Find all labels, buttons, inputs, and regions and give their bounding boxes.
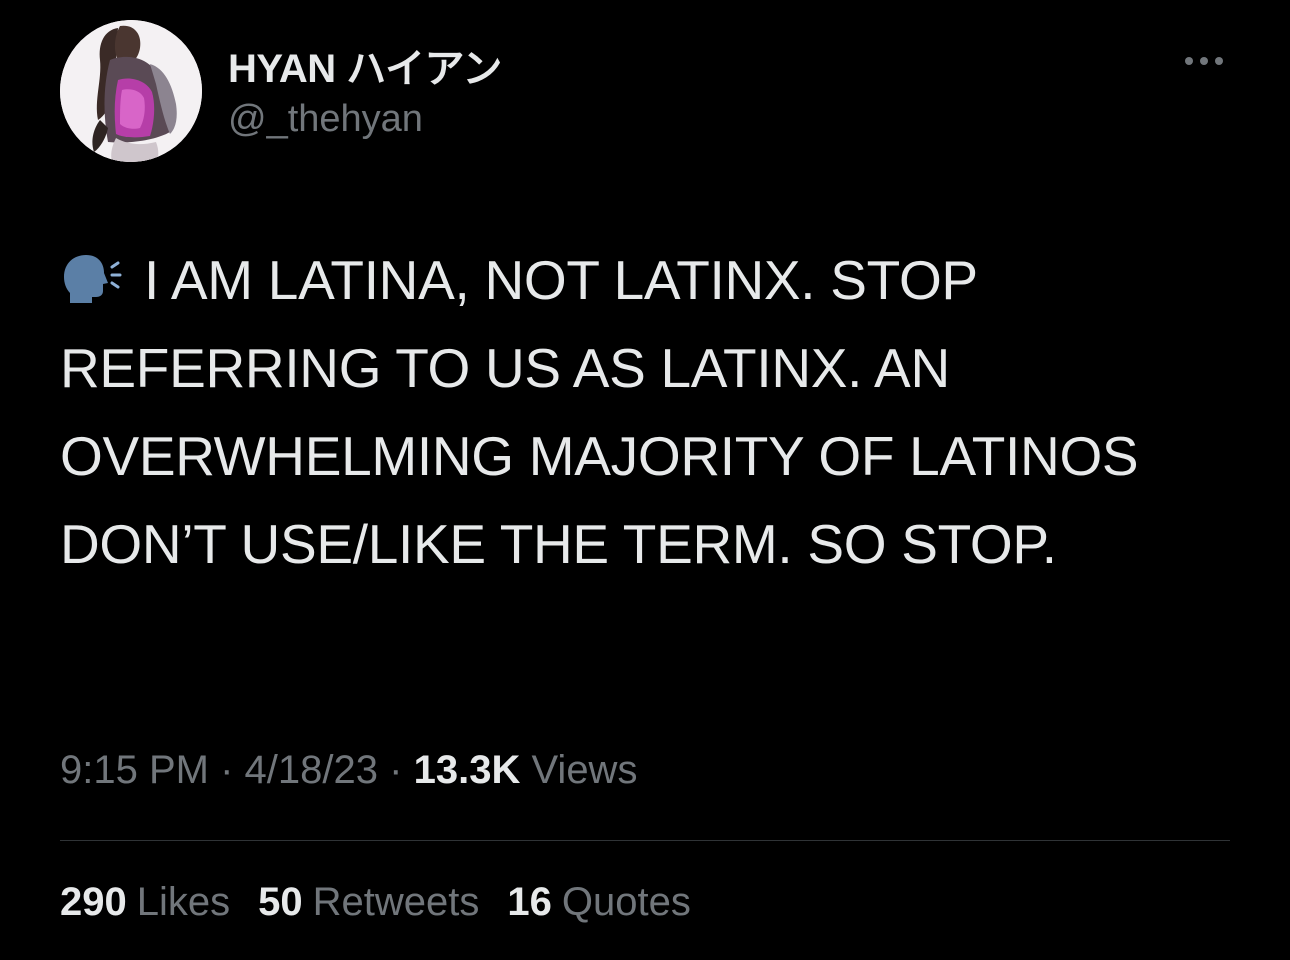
tweet-text: I AM LATINA, NOT LATINX. STOP REFERRING … <box>60 249 1139 575</box>
divider <box>60 840 1230 841</box>
retweets-stat[interactable]: 50 Retweets <box>258 880 479 924</box>
meta-separator: · <box>220 748 234 792</box>
meta-separator: · <box>389 748 403 792</box>
tweet-time[interactable]: 9:15 PM <box>60 748 209 792</box>
speaking-head-icon <box>64 255 122 303</box>
likes-count: 290 <box>60 880 127 924</box>
tweet-text-container: I AM LATINA, NOT LATINX. STOP REFERRING … <box>60 236 1240 588</box>
views-label: Views <box>531 748 638 792</box>
quotes-label: Quotes <box>561 880 691 924</box>
retweets-label: Retweets <box>312 880 480 924</box>
avatar-image <box>60 20 202 162</box>
quotes-stat[interactable]: 16 Quotes <box>507 880 690 924</box>
tweet-meta: 9:15 PM · 4/18/23 · 13.3K Views <box>60 748 637 793</box>
retweets-count: 50 <box>258 880 303 924</box>
author-display-name[interactable]: HYAN ハイアン <box>228 36 502 94</box>
author-handle[interactable]: @_thehyan <box>228 98 423 141</box>
tweet-date[interactable]: 4/18/23 <box>245 748 378 792</box>
avatar[interactable] <box>60 20 202 162</box>
views-count: 13.3K <box>413 748 521 792</box>
more-horizontal-icon[interactable] <box>1180 50 1228 72</box>
tweet-stats: 290 Likes 50 Retweets 16 Quotes <box>60 880 719 925</box>
likes-label: Likes <box>136 880 231 924</box>
likes-stat[interactable]: 290 Likes <box>60 880 230 924</box>
quotes-count: 16 <box>507 880 552 924</box>
